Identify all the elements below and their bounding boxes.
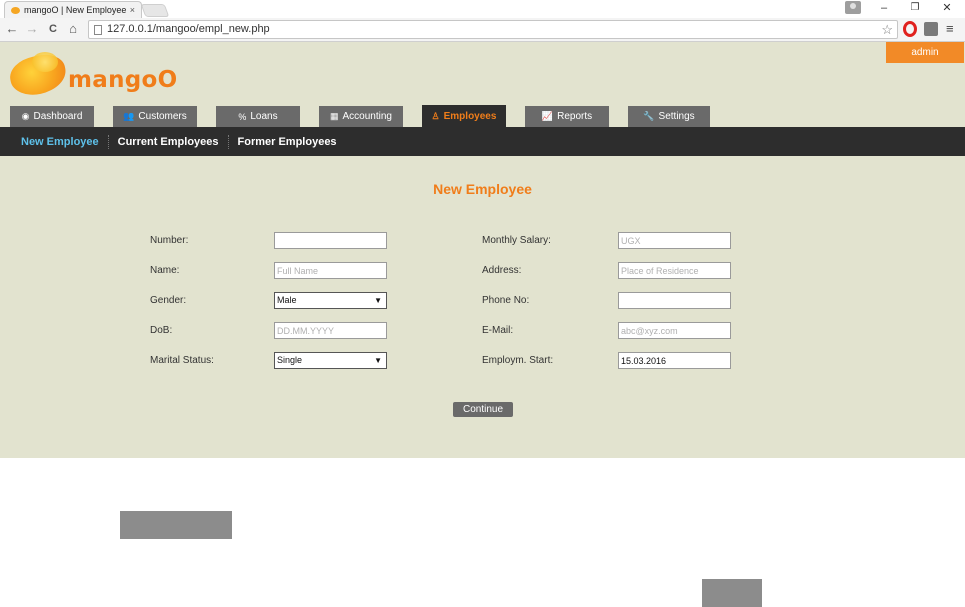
back-icon[interactable]: ← [4,21,20,37]
profile-icon[interactable] [845,1,861,14]
gender-select[interactable]: Male ▼ [274,292,387,309]
minimize-icon[interactable]: – [874,0,894,16]
forward-icon[interactable]: → [24,21,40,37]
percent-icon: % [238,111,247,122]
tab-label: Accounting [342,111,392,122]
tab-customers[interactable]: 👥 Customers [113,106,197,127]
chevron-down-icon: ▼ [374,356,382,365]
gray-placeholder-block [702,579,762,607]
browser-toolbar: ← → C ⌂ 127.0.0.1/mangoo/empl_new.php ☆ [0,18,965,42]
dob-input[interactable] [274,322,387,339]
browser-titlebar: mangoO | New Employee × – ❐ ✕ [0,0,965,18]
continue-button[interactable]: Continue [453,402,513,417]
chart-icon: 📈 [541,111,554,121]
name-input[interactable] [274,262,387,279]
page-icon [94,25,102,35]
page-title: New Employee [433,181,532,197]
tab-reports[interactable]: 📈 Reports [525,106,609,127]
tab-dashboard[interactable]: ◉ Dashboard [10,106,94,127]
number-input[interactable] [274,232,387,249]
users-icon: 👥 [123,111,135,121]
person-icon: ♙ [431,110,440,121]
new-tab-button[interactable] [140,4,170,17]
address-url: 127.0.0.1/mangoo/empl_new.php [107,23,270,35]
browser-tab-title: mangoO | New Employee [24,5,126,15]
number-label: Number: [150,235,189,246]
email-input[interactable] [618,322,731,339]
salary-label: Monthly Salary: [482,235,551,246]
tab-settings[interactable]: 🔧 Settings [628,106,710,127]
app-page: admin mangoO ◉ Dashboard 👥 Customers % L… [0,42,965,458]
subnav-former-employees[interactable]: Former Employees [229,135,346,149]
dashboard-icon: ◉ [21,111,30,121]
extension-icon[interactable] [924,22,938,36]
gender-select-value: Male [277,295,297,305]
name-label: Name: [150,265,180,276]
restore-icon[interactable]: ❐ [905,0,925,16]
tab-label: Settings [658,111,695,122]
marital-status-label: Marital Status: [150,355,214,366]
main-tabs: ◉ Dashboard 👥 Customers % Loans ▦ Accoun… [0,105,965,127]
marital-status-select-value: Single [277,355,303,365]
phone-label: Phone No: [482,295,530,306]
mangoo-logo[interactable]: mangoO [6,50,190,100]
tab-label: Loans [250,111,278,122]
salary-input[interactable] [618,232,731,249]
bookmark-star-icon[interactable]: ☆ [881,21,893,38]
mango-logo-highlight [32,52,58,72]
subnav-new-employee[interactable]: New Employee [12,134,109,149]
browser-menu-icon[interactable]: ≡ [946,21,954,36]
marital-status-select[interactable]: Single ▼ [274,352,387,369]
tab-loans[interactable]: % Loans [216,106,300,127]
tab-close-icon[interactable]: × [130,5,135,15]
close-window-icon[interactable]: ✕ [937,0,957,16]
home-icon[interactable]: ⌂ [65,21,81,37]
chevron-down-icon: ▼ [374,296,382,305]
reload-icon[interactable]: C [45,21,61,37]
wrench-icon: 🔧 [643,111,655,121]
tab-employees[interactable]: ♙ Employees [422,105,506,127]
address-bar[interactable]: 127.0.0.1/mangoo/empl_new.php ☆ [88,20,898,39]
sub-navigation: New Employee Current Employees Former Em… [0,127,965,156]
tab-label: Customers [138,111,187,122]
calculator-icon: ▦ [330,111,339,121]
gray-placeholder-block [120,511,232,539]
email-label: E-Mail: [482,325,514,336]
tab-accounting[interactable]: ▦ Accounting [319,106,403,127]
employment-start-label: Employm. Start: [482,355,554,366]
address-input[interactable] [618,262,731,279]
tab-label: Reports [557,111,593,122]
phone-input[interactable] [618,292,731,309]
logo-text: mangoO [68,67,178,93]
mango-favicon-icon [11,6,20,14]
tab-label: Dashboard [33,111,83,122]
user-button[interactable]: admin [886,42,964,63]
browser-tab[interactable]: mangoO | New Employee × [4,1,142,18]
subnav-current-employees[interactable]: Current Employees [109,134,229,149]
address-label: Address: [482,265,522,276]
opera-extension-icon[interactable] [903,21,917,37]
tab-label: Employees [443,110,497,122]
employment-start-input[interactable] [618,352,731,369]
dob-label: DoB: [150,325,173,336]
gender-label: Gender: [150,295,187,306]
